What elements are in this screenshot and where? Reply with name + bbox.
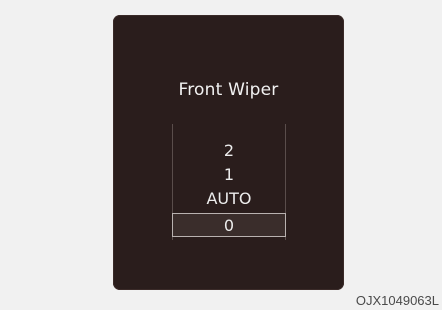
wiper-option-1[interactable]: 1 — [172, 165, 286, 185]
wiper-option-auto[interactable]: AUTO — [172, 189, 286, 209]
wiper-option-2[interactable]: 2 — [172, 141, 286, 161]
figure-code: OJX1049063L — [355, 293, 439, 308]
wiper-mode-selector[interactable]: 2 1 AUTO 0 — [172, 124, 286, 240]
wiper-settings-panel: Front Wiper 2 1 AUTO 0 — [113, 15, 344, 290]
wiper-option-0-selected[interactable]: 0 — [172, 213, 286, 237]
screen-title: Front Wiper — [178, 80, 279, 100]
